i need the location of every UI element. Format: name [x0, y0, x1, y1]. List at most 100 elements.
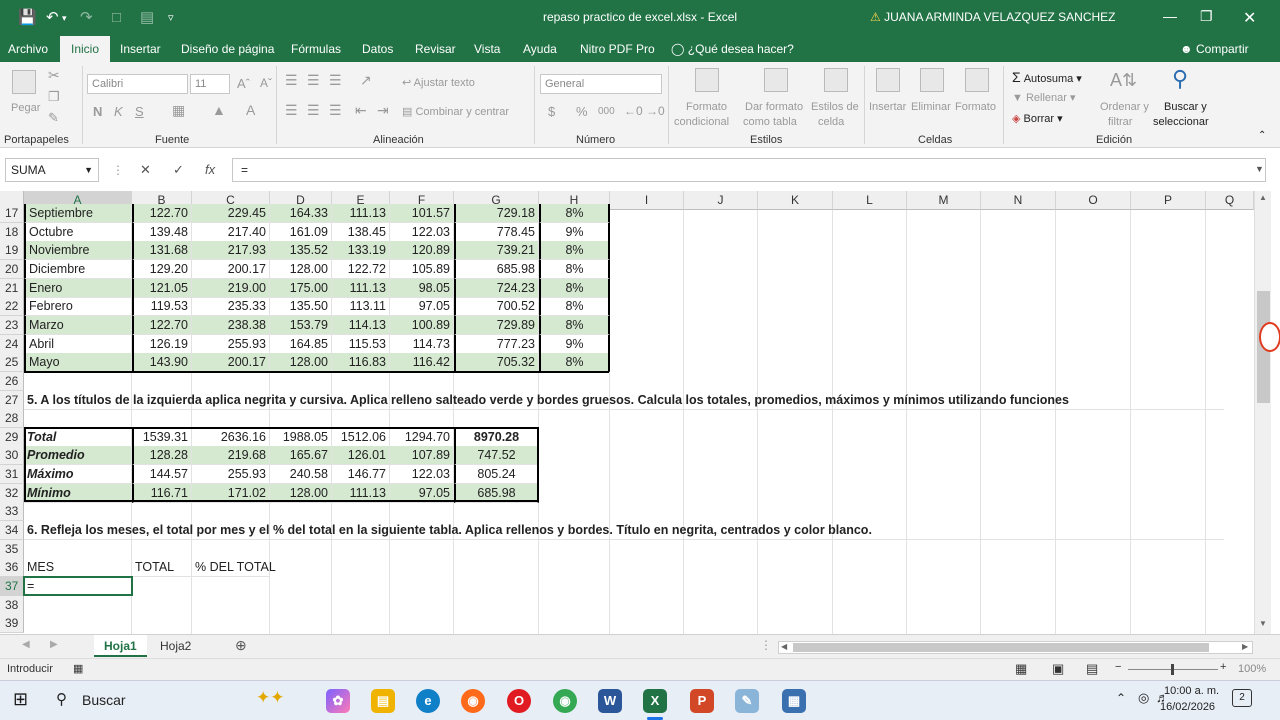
data-cell[interactable]: 114.13: [332, 315, 390, 335]
increase-decimal-icon[interactable]: ←0: [624, 104, 643, 118]
normal-view-icon[interactable]: ▦: [1015, 661, 1027, 677]
tab-vista[interactable]: Vista: [474, 36, 500, 62]
data-cell[interactable]: 200.17: [192, 259, 270, 279]
cell-styles-label-2[interactable]: celda: [818, 116, 844, 128]
data-cell[interactable]: 175.00: [270, 278, 332, 298]
drag-handle-icon[interactable]: ⋮: [112, 163, 124, 177]
share-button[interactable]: ☻ Compartir: [1180, 36, 1249, 62]
data-cell[interactable]: 111.13: [332, 204, 390, 223]
expand-formula-icon[interactable]: ▼: [1255, 164, 1264, 174]
data-cell[interactable]: Diciembre: [24, 259, 132, 279]
scroll-up-icon[interactable]: ▲: [1259, 193, 1267, 202]
data-cell[interactable]: 9%: [539, 222, 610, 242]
currency-button[interactable]: $: [548, 104, 555, 119]
wifi-icon[interactable]: ◎: [1138, 690, 1149, 706]
align-bottom-icon[interactable]: ☰: [329, 72, 342, 89]
horizontal-scrollbar[interactable]: ◀ ▶: [778, 641, 1253, 654]
conditional-format-icon[interactable]: [695, 68, 719, 92]
vertical-scrollbar[interactable]: ▲ ▼: [1254, 191, 1271, 634]
find-icon[interactable]: ⚲: [1172, 66, 1188, 92]
data-cell[interactable]: 219.00: [192, 278, 270, 298]
data-cell[interactable]: 122.03: [390, 222, 454, 242]
data-cell[interactable]: 113.11: [332, 297, 390, 317]
data-cell[interactable]: 135.52: [270, 241, 332, 261]
copy-icon[interactable]: ❐: [48, 89, 60, 105]
pct-header[interactable]: % DEL TOTAL: [192, 558, 276, 578]
data-cell[interactable]: 778.45: [454, 222, 539, 242]
data-cell[interactable]: 122.70: [132, 315, 192, 335]
data-cell[interactable]: 705.32: [454, 353, 539, 373]
autosum-button[interactable]: Σ Autosuma ▾: [1012, 69, 1082, 85]
tab-ayuda[interactable]: Ayuda: [523, 36, 557, 62]
row-header[interactable]: 21: [0, 278, 24, 298]
format-table-icon[interactable]: [764, 68, 788, 92]
format-table-label-1[interactable]: Dar formato: [745, 101, 803, 113]
windows-start-icon[interactable]: ⊞: [13, 689, 28, 710]
sort-filter-label-1[interactable]: Ordenar y: [1100, 101, 1149, 113]
borders-icon[interactable]: ▦: [172, 102, 185, 119]
delete-cells-label[interactable]: Eliminar: [911, 101, 951, 113]
data-cell[interactable]: 777.23: [454, 334, 539, 354]
zoom-in-icon[interactable]: +: [1220, 661, 1226, 673]
total-header[interactable]: TOTAL: [132, 558, 192, 578]
zoom-out-icon[interactable]: −: [1115, 661, 1121, 673]
number-format-select[interactable]: General: [540, 74, 662, 94]
row-header[interactable]: 38: [0, 595, 24, 615]
sheet-tab-hoja1[interactable]: Hoja1: [94, 635, 147, 657]
user-name[interactable]: ⚠ JUANA ARMINDA VELAZQUEZ SANCHEZ: [870, 10, 1116, 24]
paint-icon[interactable]: ✎: [735, 689, 759, 713]
italic-button[interactable]: K: [114, 104, 123, 119]
data-cell[interactable]: Mayo: [24, 353, 132, 373]
tab-inicio[interactable]: Inicio: [60, 36, 110, 62]
format-cells-label[interactable]: Formato: [955, 101, 996, 113]
merge-center-button[interactable]: ▤ Combinar y centrar: [402, 105, 509, 118]
fill-button[interactable]: ▼ Rellenar ▾: [1012, 91, 1076, 104]
wrap-text-button[interactable]: ↩ Ajustar texto: [402, 76, 475, 89]
decrease-indent-icon[interactable]: ⇤: [355, 102, 367, 119]
data-cell[interactable]: 8%: [539, 297, 610, 317]
tab-insertar[interactable]: Insertar: [120, 36, 161, 62]
data-cell[interactable]: 119.53: [132, 297, 192, 317]
cell-styles-icon[interactable]: [824, 68, 848, 92]
data-cell[interactable]: 139.48: [132, 222, 192, 242]
data-cell[interactable]: 105.89: [390, 259, 454, 279]
cancel-formula-button[interactable]: ✕: [140, 162, 151, 178]
worksheet-grid[interactable]: ABCDEFGHIJKLMNOPQ 17 Septiembre 122.70 229.…: [0, 191, 1254, 634]
add-sheet-icon[interactable]: ⊕: [235, 637, 247, 654]
row-header[interactable]: 18: [0, 222, 24, 242]
align-left-icon[interactable]: ☰: [285, 102, 298, 119]
row-header[interactable]: 31: [0, 465, 24, 485]
data-cell[interactable]: 255.93: [192, 334, 270, 354]
format-painter-icon[interactable]: ✎: [48, 110, 59, 126]
find-select-label-1[interactable]: Buscar y: [1164, 101, 1207, 113]
data-cell[interactable]: 164.85: [270, 334, 332, 354]
data-cell[interactable]: 8%: [539, 315, 610, 335]
data-cell[interactable]: 101.57: [390, 204, 454, 223]
row-header[interactable]: 27: [0, 390, 24, 410]
row-header[interactable]: 26: [0, 371, 24, 391]
insert-cells-icon[interactable]: [876, 68, 900, 92]
minimize-button[interactable]: —: [1163, 8, 1177, 24]
shrink-font-icon[interactable]: Aˇ: [260, 76, 272, 90]
data-cell[interactable]: 700.52: [454, 297, 539, 317]
row-header[interactable]: 17: [0, 204, 24, 223]
sheet-tab-hoja2[interactable]: Hoja2: [150, 635, 201, 657]
data-cell[interactable]: 200.17: [192, 353, 270, 373]
data-cell[interactable]: 164.33: [270, 204, 332, 223]
align-middle-icon[interactable]: ☰: [307, 72, 320, 89]
scroll-left-icon[interactable]: ◀: [781, 642, 787, 651]
firefox-icon[interactable]: ◉: [461, 689, 485, 713]
tab-formulas[interactable]: Fórmulas: [291, 36, 341, 62]
grow-font-icon[interactable]: Aˆ: [237, 76, 250, 91]
row-header[interactable]: 29: [0, 427, 24, 447]
data-cell[interactable]: 729.18: [454, 204, 539, 223]
taskbar-search[interactable]: Buscar: [82, 692, 126, 708]
data-cell[interactable]: 116.83: [332, 353, 390, 373]
row-header[interactable]: 34: [0, 521, 24, 541]
data-cell[interactable]: 115.53: [332, 334, 390, 354]
row-header[interactable]: 19: [0, 241, 24, 261]
row-header[interactable]: 36: [0, 558, 24, 578]
data-cell[interactable]: 98.05: [390, 278, 454, 298]
formula-input[interactable]: =: [232, 158, 1266, 182]
horizontal-scroll-thumb[interactable]: [793, 643, 1209, 652]
